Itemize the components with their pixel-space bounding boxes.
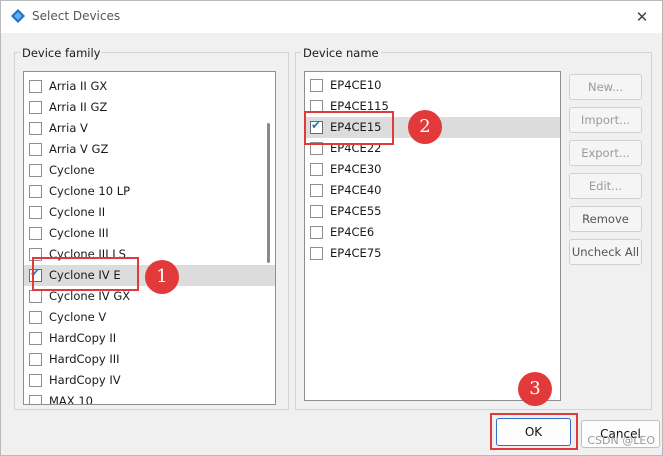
list-item[interactable]: MAX 10 (24, 391, 275, 405)
list-item[interactable]: Cyclone II (24, 202, 275, 223)
list-item[interactable]: EP4CE75 (305, 243, 560, 264)
checkbox[interactable] (310, 184, 323, 197)
window-title: Select Devices (32, 9, 121, 23)
list-item-label: Cyclone III (49, 226, 109, 240)
checkbox[interactable] (29, 206, 42, 219)
list-item[interactable]: EP4CE40 (305, 180, 560, 201)
list-item-label: MAX 10 (49, 394, 93, 405)
list-item[interactable]: Cyclone V (24, 307, 275, 328)
list-item[interactable]: HardCopy II (24, 328, 275, 349)
checkbox[interactable] (310, 79, 323, 92)
checkbox[interactable] (310, 163, 323, 176)
list-item-label: HardCopy III (49, 352, 120, 366)
list-item-label: EP4CE10 (330, 78, 382, 92)
annotation-badge-1: 1 (145, 260, 179, 294)
list-item-label: Cyclone II (49, 205, 106, 219)
list-item[interactable]: EP4CE55 (305, 201, 560, 222)
highlight-ep4ce15 (304, 111, 394, 145)
list-item-label: Cyclone 10 LP (49, 184, 131, 198)
close-icon[interactable]: ✕ (632, 7, 652, 27)
checkbox[interactable] (310, 226, 323, 239)
list-item-label: Arria V GZ (49, 142, 109, 156)
list-item[interactable]: Cyclone 10 LP (24, 181, 275, 202)
device-family-label: Device family (20, 46, 103, 60)
list-item[interactable]: EP4CE30 (305, 159, 560, 180)
list-item[interactable]: HardCopy IV (24, 370, 275, 391)
device-family-scrollbar[interactable] (267, 123, 270, 263)
list-item-label: Arria II GX (49, 79, 108, 93)
checkbox[interactable] (29, 353, 42, 366)
list-item[interactable]: HardCopy III (24, 349, 275, 370)
uncheck-all-button[interactable]: Uncheck All (569, 239, 642, 265)
checkbox[interactable] (310, 205, 323, 218)
checkbox[interactable] (29, 122, 42, 135)
checkbox[interactable] (29, 227, 42, 240)
title-bar: Select Devices ✕ (1, 1, 662, 33)
checkbox[interactable] (29, 164, 42, 177)
list-item-label: Cyclone (49, 163, 95, 177)
checkbox[interactable] (29, 101, 42, 114)
list-item-label: EP4CE40 (330, 183, 382, 197)
checkbox[interactable] (29, 374, 42, 387)
annotation-badge-3: 3 (518, 372, 552, 406)
checkbox[interactable] (29, 311, 42, 324)
export-button[interactable]: Export... (569, 140, 642, 166)
select-devices-dialog: Select Devices ✕ Device family Arria II … (0, 0, 663, 456)
list-item-label: Arria V (49, 121, 88, 135)
list-item-label: EP4CE30 (330, 162, 382, 176)
list-item-label: EP4CE55 (330, 204, 382, 218)
list-item[interactable]: Arria II GZ (24, 97, 275, 118)
checkbox[interactable] (29, 395, 42, 404)
list-item-label: Cyclone V (49, 310, 107, 324)
highlight-cyclone-iv-e (32, 257, 139, 291)
checkbox[interactable] (310, 247, 323, 260)
list-item[interactable]: Arria V (24, 118, 275, 139)
watermark: CSDN @LEO (587, 434, 655, 447)
checkbox[interactable] (29, 80, 42, 93)
annotation-badge-2: 2 (408, 110, 442, 144)
list-item[interactable]: Cyclone III (24, 223, 275, 244)
checkbox[interactable] (29, 143, 42, 156)
checkbox[interactable] (29, 185, 42, 198)
list-item-label: EP4CE6 (330, 225, 375, 239)
list-item-label: HardCopy II (49, 331, 117, 345)
remove-button[interactable]: Remove (569, 206, 642, 232)
list-item[interactable]: EP4CE10 (305, 75, 560, 96)
highlight-ok-button (490, 413, 578, 450)
list-item[interactable]: Arria II GX (24, 76, 275, 97)
list-item-label: EP4CE75 (330, 246, 382, 260)
list-item[interactable]: EP4CE6 (305, 222, 560, 243)
edit-button[interactable]: Edit... (569, 173, 642, 199)
list-item-label: Arria II GZ (49, 100, 108, 114)
device-name-label: Device name (301, 46, 381, 60)
device-family-list[interactable]: Arria II GX Arria II GZ Arria V Arria V GZ C… (23, 71, 276, 405)
import-button[interactable]: Import... (569, 107, 642, 133)
new-button[interactable]: New... (569, 74, 642, 100)
checkbox[interactable] (29, 332, 42, 345)
list-item[interactable]: Cyclone (24, 160, 275, 181)
app-diamond-icon (11, 9, 25, 23)
checkbox[interactable] (29, 290, 42, 303)
list-item[interactable]: Arria V GZ (24, 139, 275, 160)
list-item-label: HardCopy IV (49, 373, 121, 387)
